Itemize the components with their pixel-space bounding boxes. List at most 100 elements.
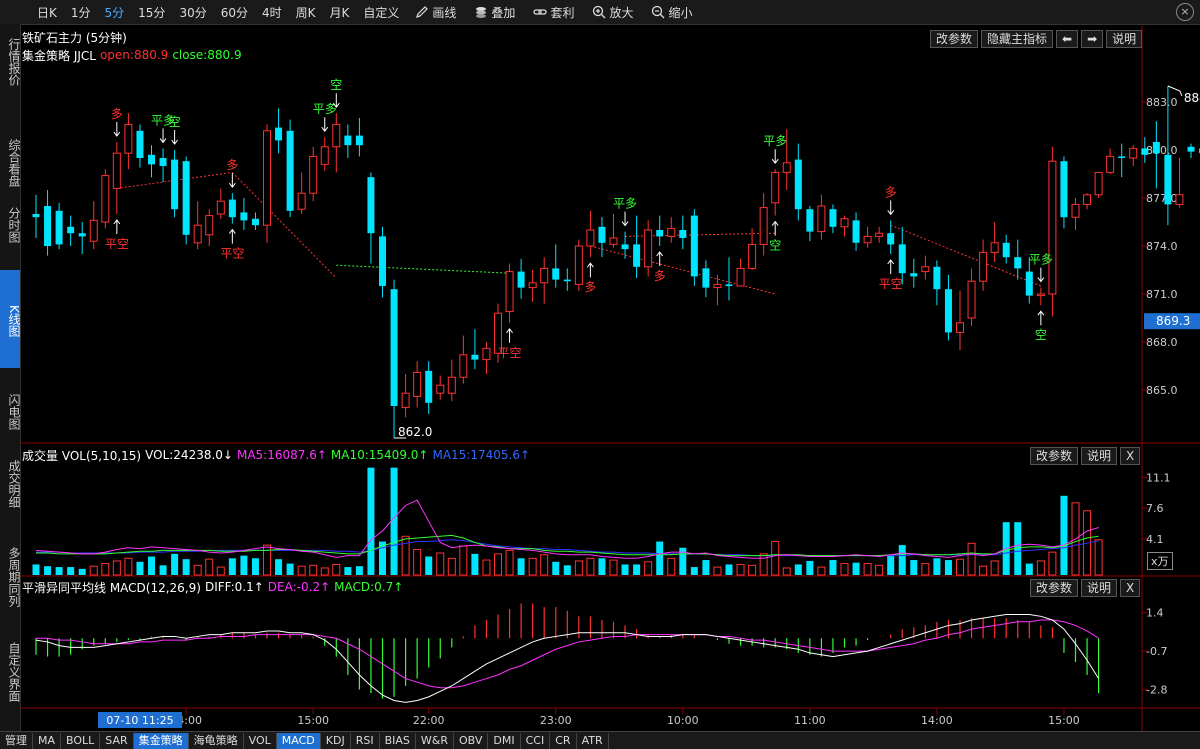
signal-arrow-17 — [1037, 310, 1045, 326]
indicator-tab-13[interactable]: DMI — [488, 732, 521, 749]
indicator-tab-11[interactable]: W&R — [416, 732, 454, 749]
vol-tick-label-0: 4.1 — [1146, 533, 1164, 546]
indicator-tab-3[interactable]: SAR — [100, 732, 134, 749]
indicator-tab-15[interactable]: CR — [550, 732, 577, 749]
macd-button-1[interactable]: 说明 — [1081, 579, 1118, 597]
close-label: close:880.9 — [172, 48, 242, 62]
volume-bar-72 — [863, 563, 872, 576]
volume-bar-82 — [979, 565, 988, 576]
signal-arrow-3 — [171, 130, 178, 145]
main-button-3[interactable]: ➡ — [1081, 30, 1104, 48]
indicator-tab-0[interactable]: 管理 — [0, 732, 33, 749]
volume-bar-35 — [436, 552, 445, 576]
volume-bar-44 — [540, 554, 549, 576]
volume-bar-80 — [956, 558, 964, 576]
candle-body-90 — [1071, 203, 1080, 218]
indicator-tab-6[interactable]: VOL — [244, 732, 277, 749]
candle-body-17 — [228, 199, 236, 218]
candle-body-15 — [205, 215, 214, 236]
macd-panel-buttons: 改参数 说明 X — [1030, 579, 1141, 597]
volume-bar-83 — [990, 560, 999, 576]
volume-bar-59 — [713, 566, 722, 576]
volume-bar-51 — [621, 564, 629, 575]
main-button-0[interactable]: 改参数 — [930, 30, 979, 48]
signal-label-0: 多 — [111, 107, 123, 121]
indicator-tab-7[interactable]: MACD — [276, 732, 321, 749]
indicator-tab-1[interactable]: MA — [33, 732, 62, 749]
candle-body-1 — [44, 206, 52, 246]
time-tick-label-5: 11:00 — [794, 714, 826, 727]
candle-body-60 — [725, 284, 733, 286]
signal-arrow-10 — [621, 211, 629, 227]
candle-body-76 — [910, 273, 918, 277]
candle-body-100 — [1187, 146, 1195, 152]
macd-button-2[interactable]: X — [1120, 579, 1141, 597]
candle-body-3 — [67, 226, 75, 234]
signal-arrow-16 — [1037, 267, 1045, 283]
volume-bar-52 — [633, 564, 641, 575]
volume-bar-50 — [609, 559, 618, 576]
ma5-value: MA5:16087.6↑ — [236, 448, 327, 462]
volume-button-0[interactable]: 改参数 — [1030, 447, 1079, 465]
indicator-tab-5[interactable]: 海龟策略 — [189, 732, 244, 749]
volume-bar-42 — [517, 558, 525, 575]
volume-bar-62 — [748, 564, 757, 576]
main-button-4[interactable]: 说明 — [1106, 30, 1143, 48]
main-button-1[interactable]: 隐藏主指标 — [981, 30, 1054, 48]
candle-body-87 — [1036, 293, 1045, 297]
signal-arrow-0 — [113, 122, 121, 137]
candle-body-94 — [1118, 156, 1126, 158]
signal-arrow-1 — [113, 219, 121, 234]
volume-bar-58 — [702, 560, 710, 575]
indicator-tab-16[interactable]: ATR — [577, 732, 609, 749]
indicator-tab-2[interactable]: BOLL — [61, 732, 101, 749]
volume-bar-12 — [171, 553, 179, 575]
volume-bar-0 — [32, 564, 40, 575]
candle-body-13 — [182, 161, 190, 235]
candle-body-4 — [78, 233, 86, 237]
vol-ma10-line — [36, 534, 1099, 557]
indicator-tab-9[interactable]: RSI — [351, 732, 380, 749]
volume-bar-54 — [656, 541, 664, 575]
candle-body-30 — [379, 236, 386, 286]
volume-bar-25 — [320, 567, 329, 576]
volume-bar-92 — [1094, 539, 1103, 576]
candle-body-43 — [528, 282, 537, 289]
indicator-tab-10[interactable]: BIAS — [380, 732, 416, 749]
main-button-2[interactable]: ⬅ — [1056, 30, 1079, 48]
kline-chart[interactable]: 865.0 868.0 871.0 874.0 877.0 880.0 883.0 884.0… — [0, 0, 1200, 731]
volume-bar-34 — [425, 556, 433, 575]
time-tick-label-2: 22:00 — [413, 714, 445, 727]
macd-button-0[interactable]: 改参数 — [1030, 579, 1079, 597]
volume-bar-11 — [159, 565, 167, 575]
candle-body-81 — [967, 280, 976, 319]
candle-body-89 — [1060, 161, 1068, 218]
candle-body-50 — [609, 237, 618, 245]
indicator-tab-12[interactable]: OBV — [454, 732, 489, 749]
candle-body-52 — [633, 244, 641, 267]
volume-bar-28 — [355, 566, 363, 575]
volume-bar-66 — [794, 564, 802, 575]
price-tick-label-1: 868.0 — [1146, 336, 1178, 349]
indicator-tab-14[interactable]: CCI — [521, 732, 551, 749]
macd-value: MACD:0.7↑ — [334, 580, 404, 594]
candle-body-31 — [390, 289, 398, 406]
volume-unit-label: x万 — [1147, 552, 1173, 570]
candle-body-69 — [829, 209, 837, 227]
volume-bar-37 — [459, 545, 468, 576]
volume-bar-75 — [898, 545, 906, 575]
volume-button-1[interactable]: 说明 — [1081, 447, 1118, 465]
volume-bar-7 — [112, 560, 121, 576]
volume-bar-29 — [367, 467, 375, 575]
volume-button-2[interactable]: X — [1120, 447, 1141, 465]
macd-title-row: 平滑异同平均线 MACD(12,26,9) DIFF:0.1↑ DEA:-0.2… — [22, 578, 403, 596]
candle-body-28 — [355, 135, 363, 146]
volume-bar-81 — [967, 542, 976, 576]
candle-body-11 — [159, 158, 167, 166]
indicator-tab-4[interactable]: 集金策略 — [133, 732, 189, 749]
indicator-tab-8[interactable]: KDJ — [321, 732, 351, 749]
ma15-value: MA15:17405.6↑ — [432, 448, 531, 462]
candle-body-20 — [263, 130, 271, 226]
macd-title: 平滑异同平均线 MACD(12,26,9) — [22, 580, 201, 595]
signal-arrow-6 — [321, 117, 329, 133]
